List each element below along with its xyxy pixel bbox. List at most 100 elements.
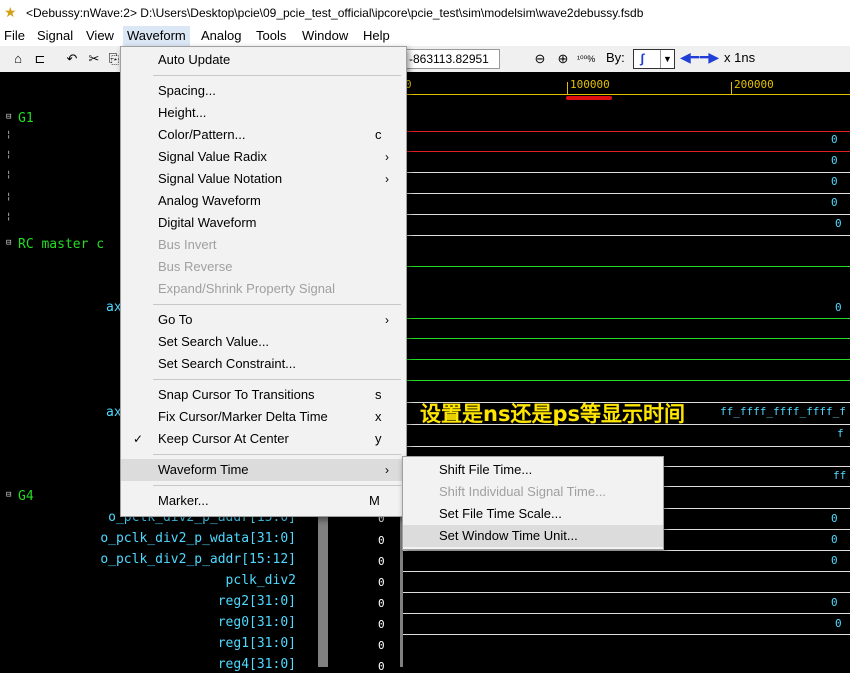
value-cell: 0 [378, 597, 385, 610]
menu-item-bus-invert: Bus Invert [158, 237, 217, 252]
wave-line [403, 172, 850, 173]
menu-item-waveform-time[interactable]: Waveform Time › [121, 459, 406, 481]
menu-item-signal-value-notation[interactable]: Signal Value Notation › [121, 168, 406, 190]
expand-icon[interactable]: ⊟ [6, 490, 11, 500]
ruler-tick [567, 82, 568, 94]
menu-item-fix-cursor[interactable]: Fix Cursor/Marker Delta Time x [121, 406, 406, 428]
red-underline-ruler [566, 96, 612, 100]
group-g1[interactable]: G1 [18, 111, 34, 126]
wave-line [403, 318, 850, 319]
by-label: By: [606, 50, 625, 65]
menu-item-marker[interactable]: Marker... M [121, 490, 406, 512]
tree-dot-icon: ¦ [6, 212, 12, 222]
tree-dot-icon: ¦ [6, 150, 12, 160]
value-cell: 0 [378, 618, 385, 631]
signal-row[interactable]: reg1[31:0] [218, 636, 296, 651]
wave-line [403, 338, 850, 339]
wave-line [403, 193, 850, 194]
value-cell: 0 [378, 576, 385, 589]
wave-value: 0 [831, 512, 838, 525]
undo-icon[interactable]: ↶ [64, 51, 80, 67]
wave-value: 0 [831, 596, 838, 609]
menu-item-snap-cursor[interactable]: Snap Cursor To Transitions s [121, 384, 406, 406]
search-by-select[interactable]: ʃ ▼ [633, 49, 675, 69]
menu-waveform[interactable]: Waveform [123, 26, 190, 46]
chevron-right-icon: › [385, 172, 389, 186]
annotation-text: 设置是ns还是ps等显示时间 [420, 402, 685, 426]
wave-value: 0 [831, 154, 838, 167]
menu-analog[interactable]: Analog [197, 26, 245, 46]
menu-help[interactable]: Help [359, 26, 394, 46]
chevron-right-icon: › [385, 463, 389, 477]
group-g4[interactable]: G4 [18, 489, 34, 504]
tree-dot-icon: ¦ [6, 130, 12, 140]
waveform-pane[interactable]: 0 100000 200000 0 0 0 0 0 0 ff_ffff_ffff… [403, 72, 850, 667]
menu-item-keep-cursor[interactable]: ✓ Keep Cursor At Center y [121, 428, 406, 450]
cursor-time-field[interactable]: -863113.82951 [406, 49, 500, 69]
wave-value: 0 [831, 133, 838, 146]
zoom-fit-icon[interactable]: ¹⁰⁰% [577, 51, 595, 67]
value-cell: 0 [378, 555, 385, 568]
menu-item-go-to[interactable]: Go To › [121, 309, 406, 331]
wave-line [403, 214, 850, 215]
wave-line [403, 592, 850, 593]
wave-value: f [837, 427, 844, 440]
zoom-out-icon[interactable]: ⊖ [532, 51, 548, 67]
wave-line [403, 131, 850, 132]
wave-line [403, 634, 850, 635]
value-cell: 0 [378, 534, 385, 547]
tree-dot-icon: ¦ [6, 192, 12, 202]
search-next-icon[interactable]: ━▶ [700, 49, 719, 66]
menu-item-set-window-time-unit[interactable]: Set Window Time Unit... [403, 525, 663, 547]
menu-item-signal-value-radix[interactable]: Signal Value Radix › [121, 146, 406, 168]
menu-divider [153, 379, 401, 380]
ruler-tick [731, 82, 732, 94]
menu-item-set-file-time-scale[interactable]: Set File Time Scale... [403, 503, 663, 525]
signal-row[interactable]: reg0[31:0] [218, 615, 296, 630]
menu-item-height[interactable]: Height... [121, 102, 406, 124]
wave-line [403, 571, 850, 572]
group-rc-master[interactable]: RC master c [18, 237, 104, 252]
bus-value: ff_ffff_ffff_ffff_f [720, 405, 846, 418]
signal-row[interactable]: reg2[31:0] [218, 594, 296, 609]
ruler-label: 100000 [570, 78, 610, 91]
wave-value: 0 [831, 533, 838, 546]
wave-line [403, 550, 850, 551]
wave-value: ff [833, 469, 847, 482]
menu-item-bus-reverse: Bus Reverse [158, 259, 233, 274]
signal-row[interactable]: reg4[31:0] [218, 657, 296, 672]
menu-item-auto-update[interactable]: Auto Update [121, 49, 406, 71]
ruler-label: 200000 [734, 78, 774, 91]
menu-item-analog-waveform[interactable]: Analog Waveform [121, 190, 406, 212]
menu-signal[interactable]: Signal [33, 26, 77, 46]
menu-tools[interactable]: Tools [252, 26, 290, 46]
menu-item-set-search-value[interactable]: Set Search Value... [121, 331, 406, 353]
menu-divider [153, 304, 401, 305]
time-ruler[interactable]: 0 100000 200000 [403, 78, 850, 95]
wave-value: 0 [831, 175, 838, 188]
wave-value: 0 [835, 301, 842, 314]
menu-file[interactable]: File [0, 26, 29, 46]
app-star-icon: ★ [4, 4, 17, 20]
time-unit-label: x 1ns [724, 50, 756, 65]
signal-tool-icon[interactable]: ⊏ [32, 51, 48, 67]
expand-icon[interactable]: ⊟ [6, 112, 11, 122]
zoom-in-icon[interactable]: ⊕ [555, 51, 571, 67]
menu-window[interactable]: Window [298, 26, 352, 46]
menu-view[interactable]: View [82, 26, 118, 46]
signal-row[interactable]: pclk_div2 [226, 573, 296, 588]
menu-item-set-search-constraint[interactable]: Set Search Constraint... [121, 353, 406, 375]
cut-icon[interactable]: ✂ [86, 51, 102, 67]
open-file-icon[interactable]: ⌂ [10, 51, 26, 67]
signal-row[interactable]: o_pclk_div2_p_wdata[31:0] [100, 531, 296, 546]
menu-item-digital-waveform[interactable]: Digital Waveform [121, 212, 406, 234]
menu-item-shift-file-time[interactable]: Shift File Time... [403, 459, 663, 481]
signal-row[interactable]: o_pclk_div2_p_addr[15:12] [100, 552, 296, 567]
menu-item-color-pattern[interactable]: Color/Pattern... c [121, 124, 406, 146]
menu-bar: File Signal View Waveform Analog Tools W… [0, 26, 850, 46]
expand-icon[interactable]: ⊟ [6, 238, 11, 248]
menu-item-spacing[interactable]: Spacing... [121, 80, 406, 102]
chevron-down-icon: ▼ [660, 50, 674, 68]
search-prev-icon[interactable]: ◀━ [680, 49, 699, 66]
wave-value: 0 [831, 196, 838, 209]
